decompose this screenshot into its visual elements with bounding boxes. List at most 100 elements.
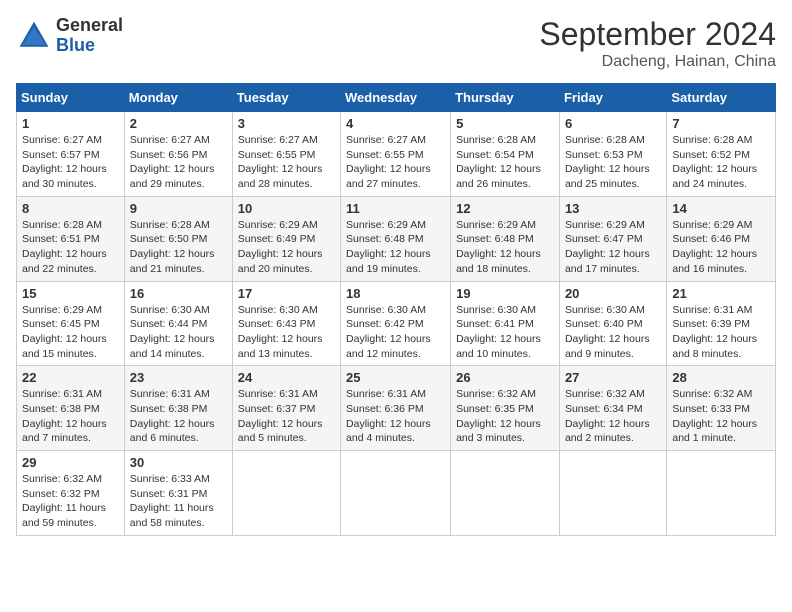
logo: General Blue <box>16 16 123 56</box>
calendar-cell <box>667 451 776 536</box>
day-detail: Sunrise: 6:33 AMSunset: 6:31 PMDaylight:… <box>130 473 214 529</box>
day-detail: Sunrise: 6:30 AMSunset: 6:42 PMDaylight:… <box>346 304 431 360</box>
month-title: September 2024 <box>539 16 776 53</box>
weekday-header-monday: Monday <box>124 84 232 112</box>
day-detail: Sunrise: 6:30 AMSunset: 6:43 PMDaylight:… <box>238 304 323 360</box>
day-detail: Sunrise: 6:29 AMSunset: 6:47 PMDaylight:… <box>565 219 650 275</box>
calendar-table: SundayMondayTuesdayWednesdayThursdayFrid… <box>16 83 776 536</box>
day-number: 17 <box>238 286 335 301</box>
header: General Blue September 2024 Dacheng, Hai… <box>16 16 776 71</box>
weekday-header-sunday: Sunday <box>17 84 125 112</box>
calendar-cell: 3 Sunrise: 6:27 AMSunset: 6:55 PMDayligh… <box>232 112 340 197</box>
calendar-cell: 28 Sunrise: 6:32 AMSunset: 6:33 PMDaylig… <box>667 366 776 451</box>
weekday-header-wednesday: Wednesday <box>341 84 451 112</box>
week-row-3: 15 Sunrise: 6:29 AMSunset: 6:45 PMDaylig… <box>17 281 776 366</box>
day-detail: Sunrise: 6:28 AMSunset: 6:51 PMDaylight:… <box>22 219 107 275</box>
weekday-header-tuesday: Tuesday <box>232 84 340 112</box>
day-number: 26 <box>456 370 554 385</box>
day-number: 7 <box>672 116 770 131</box>
calendar-cell: 15 Sunrise: 6:29 AMSunset: 6:45 PMDaylig… <box>17 281 125 366</box>
calendar-cell: 20 Sunrise: 6:30 AMSunset: 6:40 PMDaylig… <box>559 281 666 366</box>
day-number: 21 <box>672 286 770 301</box>
calendar-cell: 29 Sunrise: 6:32 AMSunset: 6:32 PMDaylig… <box>17 451 125 536</box>
day-detail: Sunrise: 6:29 AMSunset: 6:48 PMDaylight:… <box>346 219 431 275</box>
day-number: 19 <box>456 286 554 301</box>
day-detail: Sunrise: 6:30 AMSunset: 6:41 PMDaylight:… <box>456 304 541 360</box>
week-row-2: 8 Sunrise: 6:28 AMSunset: 6:51 PMDayligh… <box>17 196 776 281</box>
logo-text: General Blue <box>56 16 123 56</box>
calendar-cell: 16 Sunrise: 6:30 AMSunset: 6:44 PMDaylig… <box>124 281 232 366</box>
calendar-cell: 30 Sunrise: 6:33 AMSunset: 6:31 PMDaylig… <box>124 451 232 536</box>
calendar-cell: 17 Sunrise: 6:30 AMSunset: 6:43 PMDaylig… <box>232 281 340 366</box>
day-detail: Sunrise: 6:31 AMSunset: 6:38 PMDaylight:… <box>130 388 215 444</box>
day-number: 11 <box>346 201 445 216</box>
calendar-cell <box>451 451 560 536</box>
day-detail: Sunrise: 6:27 AMSunset: 6:55 PMDaylight:… <box>238 134 323 190</box>
day-number: 2 <box>130 116 227 131</box>
calendar-cell: 6 Sunrise: 6:28 AMSunset: 6:53 PMDayligh… <box>559 112 666 197</box>
calendar-cell: 11 Sunrise: 6:29 AMSunset: 6:48 PMDaylig… <box>341 196 451 281</box>
day-number: 15 <box>22 286 119 301</box>
logo-icon <box>16 18 52 54</box>
day-detail: Sunrise: 6:32 AMSunset: 6:32 PMDaylight:… <box>22 473 106 529</box>
day-number: 8 <box>22 201 119 216</box>
calendar-cell: 26 Sunrise: 6:32 AMSunset: 6:35 PMDaylig… <box>451 366 560 451</box>
day-number: 5 <box>456 116 554 131</box>
day-detail: Sunrise: 6:28 AMSunset: 6:52 PMDaylight:… <box>672 134 757 190</box>
week-row-4: 22 Sunrise: 6:31 AMSunset: 6:38 PMDaylig… <box>17 366 776 451</box>
day-number: 29 <box>22 455 119 470</box>
day-detail: Sunrise: 6:31 AMSunset: 6:38 PMDaylight:… <box>22 388 107 444</box>
weekday-header-row: SundayMondayTuesdayWednesdayThursdayFrid… <box>17 84 776 112</box>
day-detail: Sunrise: 6:27 AMSunset: 6:55 PMDaylight:… <box>346 134 431 190</box>
calendar-cell: 14 Sunrise: 6:29 AMSunset: 6:46 PMDaylig… <box>667 196 776 281</box>
weekday-header-friday: Friday <box>559 84 666 112</box>
day-number: 28 <box>672 370 770 385</box>
day-detail: Sunrise: 6:30 AMSunset: 6:44 PMDaylight:… <box>130 304 215 360</box>
calendar-cell: 13 Sunrise: 6:29 AMSunset: 6:47 PMDaylig… <box>559 196 666 281</box>
day-detail: Sunrise: 6:31 AMSunset: 6:37 PMDaylight:… <box>238 388 323 444</box>
day-number: 10 <box>238 201 335 216</box>
day-detail: Sunrise: 6:28 AMSunset: 6:53 PMDaylight:… <box>565 134 650 190</box>
calendar-cell: 23 Sunrise: 6:31 AMSunset: 6:38 PMDaylig… <box>124 366 232 451</box>
calendar-cell: 9 Sunrise: 6:28 AMSunset: 6:50 PMDayligh… <box>124 196 232 281</box>
day-number: 22 <box>22 370 119 385</box>
calendar-cell: 25 Sunrise: 6:31 AMSunset: 6:36 PMDaylig… <box>341 366 451 451</box>
day-number: 18 <box>346 286 445 301</box>
calendar-cell: 24 Sunrise: 6:31 AMSunset: 6:37 PMDaylig… <box>232 366 340 451</box>
calendar-cell: 2 Sunrise: 6:27 AMSunset: 6:56 PMDayligh… <box>124 112 232 197</box>
day-detail: Sunrise: 6:29 AMSunset: 6:49 PMDaylight:… <box>238 219 323 275</box>
calendar-cell: 5 Sunrise: 6:28 AMSunset: 6:54 PMDayligh… <box>451 112 560 197</box>
calendar-cell <box>341 451 451 536</box>
day-number: 27 <box>565 370 661 385</box>
day-detail: Sunrise: 6:29 AMSunset: 6:45 PMDaylight:… <box>22 304 107 360</box>
day-detail: Sunrise: 6:31 AMSunset: 6:36 PMDaylight:… <box>346 388 431 444</box>
calendar-cell: 19 Sunrise: 6:30 AMSunset: 6:41 PMDaylig… <box>451 281 560 366</box>
day-number: 24 <box>238 370 335 385</box>
day-number: 3 <box>238 116 335 131</box>
day-number: 9 <box>130 201 227 216</box>
week-row-5: 29 Sunrise: 6:32 AMSunset: 6:32 PMDaylig… <box>17 451 776 536</box>
day-detail: Sunrise: 6:28 AMSunset: 6:50 PMDaylight:… <box>130 219 215 275</box>
day-number: 30 <box>130 455 227 470</box>
day-detail: Sunrise: 6:27 AMSunset: 6:57 PMDaylight:… <box>22 134 107 190</box>
day-number: 6 <box>565 116 661 131</box>
day-detail: Sunrise: 6:29 AMSunset: 6:48 PMDaylight:… <box>456 219 541 275</box>
day-number: 4 <box>346 116 445 131</box>
calendar-cell <box>559 451 666 536</box>
calendar-cell: 12 Sunrise: 6:29 AMSunset: 6:48 PMDaylig… <box>451 196 560 281</box>
location-title: Dacheng, Hainan, China <box>539 53 776 71</box>
week-row-1: 1 Sunrise: 6:27 AMSunset: 6:57 PMDayligh… <box>17 112 776 197</box>
day-detail: Sunrise: 6:32 AMSunset: 6:35 PMDaylight:… <box>456 388 541 444</box>
day-detail: Sunrise: 6:28 AMSunset: 6:54 PMDaylight:… <box>456 134 541 190</box>
day-detail: Sunrise: 6:27 AMSunset: 6:56 PMDaylight:… <box>130 134 215 190</box>
day-number: 12 <box>456 201 554 216</box>
day-number: 13 <box>565 201 661 216</box>
day-detail: Sunrise: 6:31 AMSunset: 6:39 PMDaylight:… <box>672 304 757 360</box>
weekday-header-thursday: Thursday <box>451 84 560 112</box>
day-number: 25 <box>346 370 445 385</box>
day-number: 14 <box>672 201 770 216</box>
calendar-cell: 27 Sunrise: 6:32 AMSunset: 6:34 PMDaylig… <box>559 366 666 451</box>
day-number: 20 <box>565 286 661 301</box>
day-detail: Sunrise: 6:29 AMSunset: 6:46 PMDaylight:… <box>672 219 757 275</box>
calendar-cell: 10 Sunrise: 6:29 AMSunset: 6:49 PMDaylig… <box>232 196 340 281</box>
